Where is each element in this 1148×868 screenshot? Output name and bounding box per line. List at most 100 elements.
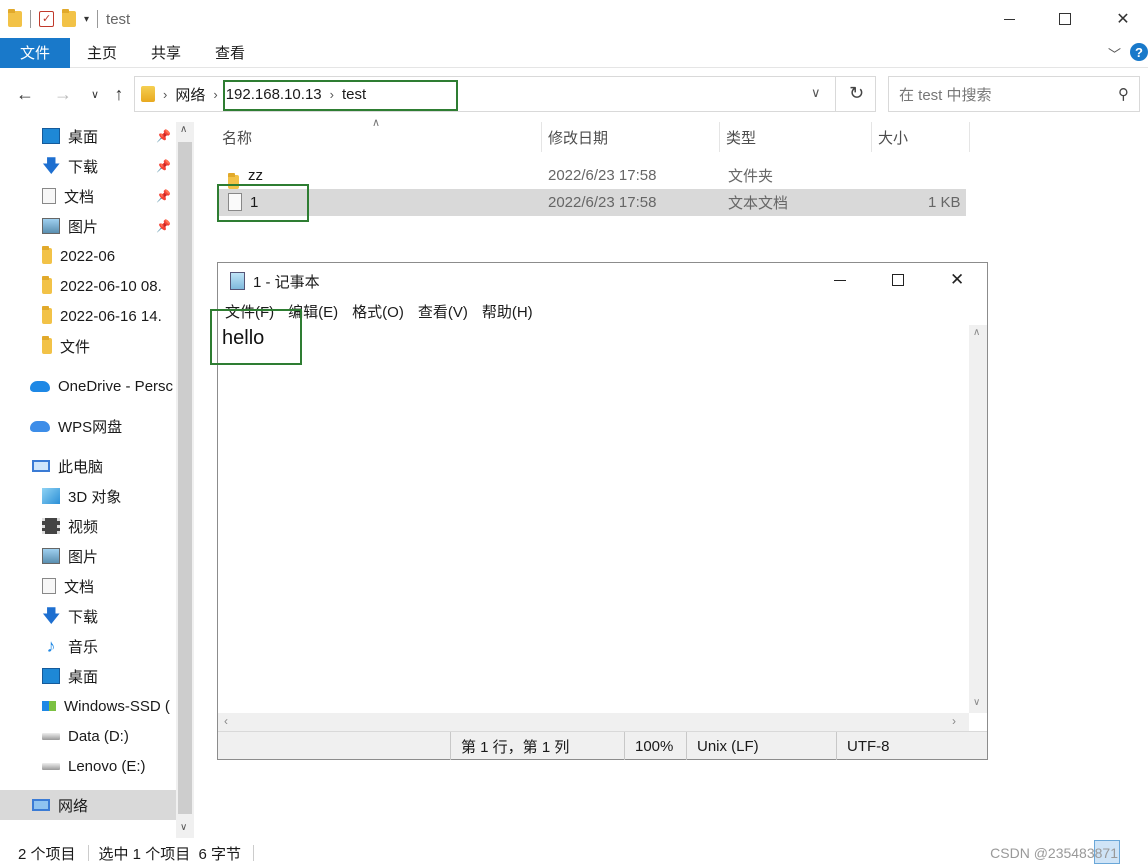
file-row-zz[interactable]: zz 2022/6/23 17:58 文件夹	[218, 162, 966, 189]
divider	[97, 10, 99, 28]
chevron-down-icon: ∨	[90, 88, 100, 101]
sidebar-item-this-pc[interactable]: 此电脑	[0, 451, 175, 481]
cursor-position: 第 1 行，第 1 列	[450, 732, 624, 760]
new-folder-icon[interactable]	[62, 9, 76, 27]
help-icon[interactable]: ?	[1130, 43, 1148, 61]
sidebar-scrollbar[interactable]: ∧ ∨	[176, 122, 194, 838]
notepad-maximize-icon[interactable]	[892, 274, 904, 286]
folder-icon	[42, 246, 52, 264]
sidebar-item-documents-pinned[interactable]: 文档 📌	[0, 181, 175, 211]
file-name: zz	[248, 167, 263, 184]
sidebar-item-music[interactable]: ♪ 音乐	[0, 631, 175, 661]
sidebar-item-network[interactable]: 网络	[0, 790, 176, 820]
scroll-up-icon[interactable]: ∧	[973, 327, 980, 338]
file-row-1[interactable]: 1 2022/6/23 17:58 文本文档 1 KB	[218, 189, 966, 216]
maximize-icon	[1059, 13, 1071, 25]
network-icon	[32, 799, 50, 811]
sidebar-item-3d-objects[interactable]: 3D 对象	[0, 481, 175, 511]
ribbon-expand-chevron-icon[interactable]: ﹀	[1108, 44, 1121, 63]
column-type[interactable]: 类型	[720, 122, 872, 152]
tab-view[interactable]: 查看	[198, 38, 262, 68]
ribbon-tabs: 文件 主页 共享 查看 ﹀ ?	[0, 37, 1148, 68]
watermark: CSDN @235483871	[990, 845, 1118, 861]
search-icon: ⚲	[1118, 86, 1129, 103]
menu-format[interactable]: 格式(O)	[345, 299, 411, 323]
back-button[interactable]: ←	[12, 81, 38, 107]
breadcrumb-network[interactable]: 网络	[175, 84, 205, 105]
scroll-down-icon[interactable]: ∨	[180, 822, 187, 833]
drive-icon	[42, 732, 60, 740]
highlight-box	[223, 80, 458, 111]
sidebar-item-documents[interactable]: 文档	[0, 571, 175, 601]
scroll-right-icon[interactable]: ›	[952, 714, 956, 728]
desktop-icon	[42, 668, 60, 684]
scroll-left-icon[interactable]: ‹	[224, 714, 228, 728]
sidebar-item-folder-files[interactable]: 文件	[0, 331, 175, 361]
notepad-horizontal-scrollbar[interactable]: ‹ ›	[218, 713, 969, 731]
notepad-minimize-icon[interactable]	[834, 280, 846, 281]
sidebar-item-folder-2022-06-10[interactable]: 2022-06-10 08.	[0, 271, 175, 301]
folder-icon	[42, 276, 52, 294]
sidebar-item-desktop-pinned[interactable]: 桌面 📌	[0, 121, 175, 151]
large-icons-view-button[interactable]	[1124, 844, 1140, 860]
document-icon	[42, 578, 56, 594]
3d-objects-icon	[42, 488, 60, 504]
music-icon: ♪	[46, 636, 56, 656]
sidebar-item-folder-2022-06-16[interactable]: 2022-06-16 14.	[0, 301, 175, 331]
sidebar-item-downloads-pinned[interactable]: 🡇 下载 📌	[0, 151, 175, 181]
column-date[interactable]: 修改日期	[542, 122, 720, 152]
menu-view[interactable]: 查看(V)	[411, 299, 475, 323]
file-type: 文件夹	[728, 168, 774, 185]
refresh-icon[interactable]: ↻	[849, 83, 864, 104]
minimize-button[interactable]	[980, 0, 1038, 38]
notepad-close-icon[interactable]: ✕	[950, 270, 964, 290]
sidebar-item-pictures[interactable]: 图片	[0, 541, 175, 571]
customize-toolbar-icon[interactable]: ▾	[84, 14, 89, 25]
document-icon	[42, 188, 56, 204]
back-arrow-icon: ←	[16, 83, 34, 104]
tab-share[interactable]: 共享	[134, 38, 198, 68]
divider	[835, 77, 836, 111]
sidebar-item-onedrive[interactable]: OneDrive - Persc	[0, 371, 175, 401]
search-placeholder: 在 test 中搜索	[899, 86, 992, 104]
sidebar-item-drive-c[interactable]: Windows-SSD (	[0, 691, 175, 721]
line-ending: Unix (LF)	[686, 732, 836, 760]
scrollbar-thumb[interactable]	[178, 142, 192, 814]
recent-locations-button[interactable]: ∨	[82, 81, 108, 107]
search-input[interactable]: 在 test 中搜索 ⚲	[888, 76, 1140, 112]
file-type: 文本文档	[728, 195, 789, 212]
sidebar-item-folder-2022-06[interactable]: 2022-06	[0, 241, 175, 271]
highlight-box	[217, 184, 309, 222]
notepad-status-bar: 第 1 行，第 1 列 100% Unix (LF) UTF-8	[218, 731, 987, 760]
forward-button[interactable]: →	[50, 81, 76, 107]
column-size[interactable]: 大小	[872, 122, 970, 152]
sidebar-item-downloads[interactable]: 🡇 下载	[0, 601, 175, 631]
file-date: 2022/6/23 17:58	[548, 194, 657, 211]
close-button[interactable]: ✕	[1094, 0, 1148, 38]
sidebar-item-drive-d[interactable]: Data (D:)	[0, 721, 175, 751]
scroll-down-icon[interactable]: ∨	[973, 697, 980, 708]
properties-icon[interactable]: ✓	[39, 11, 54, 27]
network-location-icon	[141, 86, 155, 102]
sidebar-item-videos[interactable]: 视频	[0, 511, 175, 541]
pin-icon: 📌	[156, 189, 171, 203]
column-name[interactable]: 名称	[216, 122, 542, 152]
address-dropdown-icon[interactable]: ∨	[811, 85, 821, 101]
notepad-window: 1 - 记事本 ✕ 文件(F) 编辑(E) 格式(O) 查看(V) 帮助(H) …	[210, 262, 988, 760]
tab-home[interactable]: 主页	[70, 38, 134, 68]
pin-icon: 📌	[156, 129, 171, 143]
sidebar-item-desktop[interactable]: 桌面	[0, 661, 175, 691]
sidebar-item-drive-e[interactable]: Lenovo (E:)	[0, 751, 175, 781]
sidebar-item-wps-cloud[interactable]: WPS网盘	[0, 411, 175, 441]
sidebar-item-pictures-pinned[interactable]: 图片 📌	[0, 211, 175, 241]
drive-icon	[42, 701, 56, 711]
notepad-icon	[230, 272, 245, 290]
up-button[interactable]: ↑	[106, 81, 132, 107]
tab-file[interactable]: 文件	[0, 37, 70, 68]
notepad-vertical-scrollbar[interactable]: ∧ ∨	[969, 325, 987, 713]
menu-help[interactable]: 帮助(H)	[475, 299, 540, 323]
file-size: 1 KB	[928, 194, 961, 211]
maximize-button[interactable]	[1036, 0, 1094, 38]
scroll-up-icon[interactable]: ∧	[180, 124, 187, 135]
divider	[87, 845, 89, 861]
